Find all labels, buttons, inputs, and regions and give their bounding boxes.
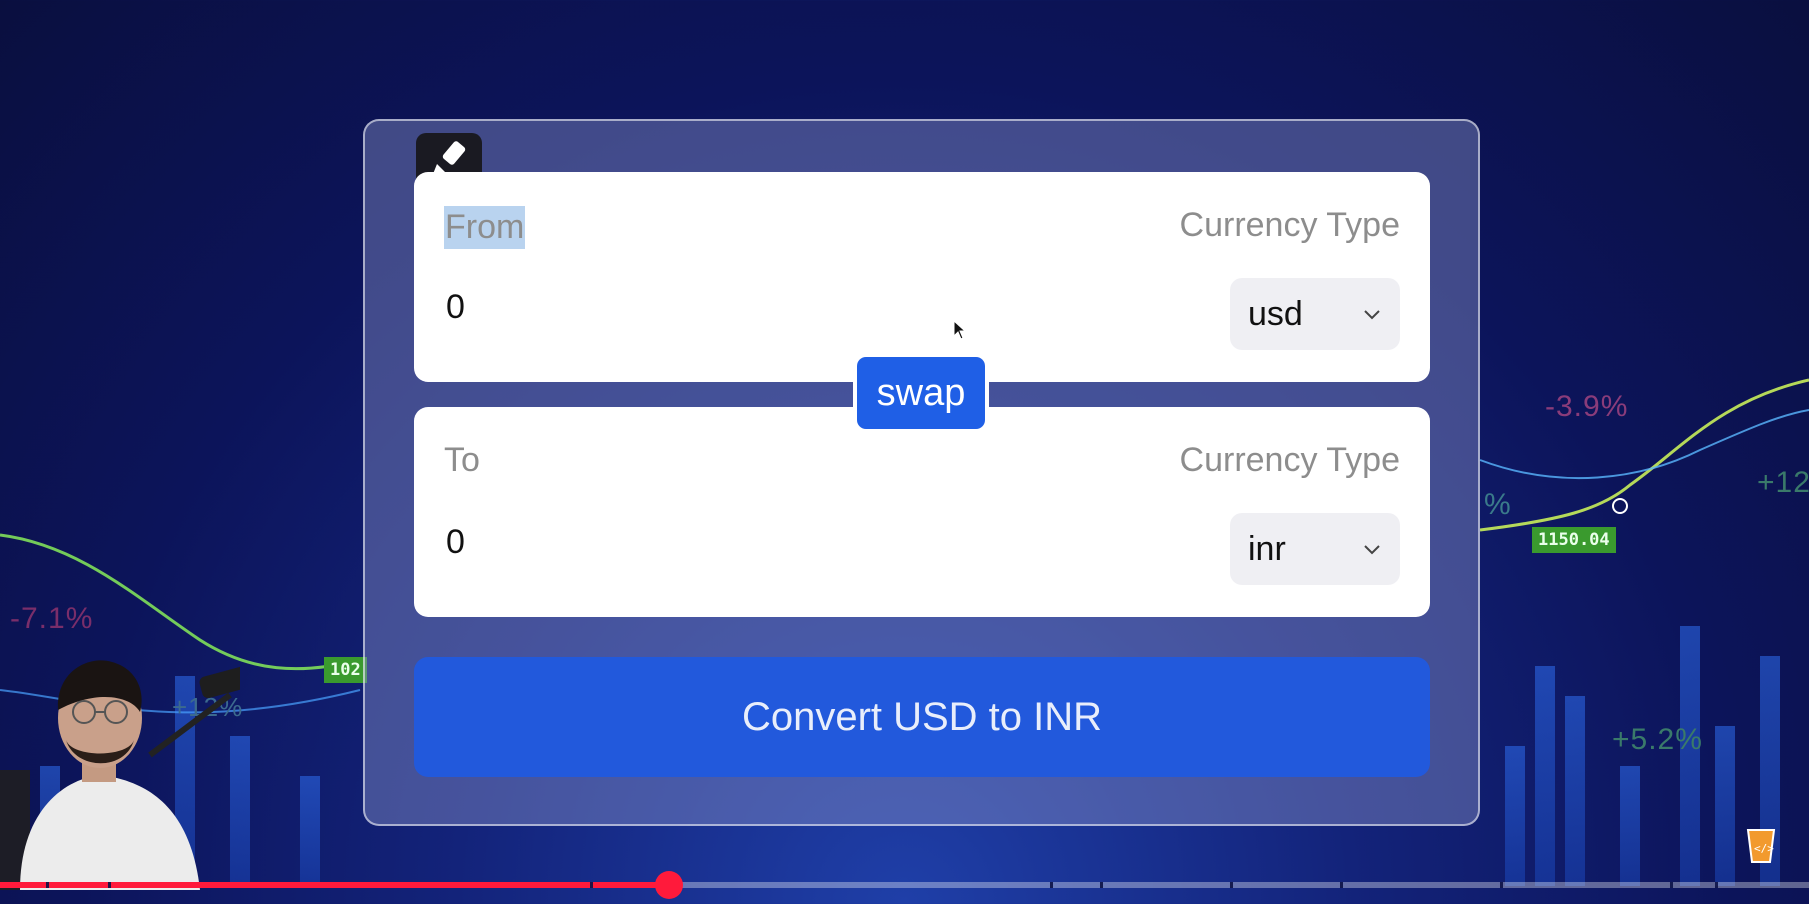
video-progress-bar[interactable] [0,871,1809,899]
background-price-tag: 102 [324,657,367,683]
background-percent-label: -7.1% [10,602,94,635]
to-label: To [444,441,480,479]
to-currency-value: inr [1248,529,1286,568]
presenter-webcam [0,660,240,890]
from-panel: From Currency Type usd [414,172,1430,382]
svg-text:</>: </> [1754,842,1774,855]
chevron-down-icon [1364,310,1380,320]
background-percent-label: +12 [1757,466,1809,499]
background-percent-label: % [1484,488,1512,521]
swap-button-frame: swap [853,355,989,431]
convert-button[interactable]: Convert USD to INR [414,657,1430,777]
background-percent-label: -3.9% [1545,390,1629,423]
from-label: From [444,206,526,249]
to-panel: To Currency Type inr [414,407,1430,617]
from-amount-input[interactable] [444,284,1008,330]
channel-logo-icon: </> [1746,829,1776,863]
mouse-cursor-icon [953,320,967,340]
chevron-down-icon [1364,545,1380,555]
to-currency-select[interactable]: inr [1230,513,1400,585]
background-price-tag: 1150.04 [1532,527,1616,553]
from-currency-type-label: Currency Type [1179,206,1400,244]
to-currency-type-label: Currency Type [1179,441,1400,479]
swap-button[interactable]: swap [857,357,985,429]
from-currency-select[interactable]: usd [1230,278,1400,350]
progress-played [0,882,670,888]
to-amount-input[interactable] [444,519,1008,565]
background-percent-label: +5.2% [1612,723,1703,756]
from-currency-value: usd [1248,294,1303,333]
